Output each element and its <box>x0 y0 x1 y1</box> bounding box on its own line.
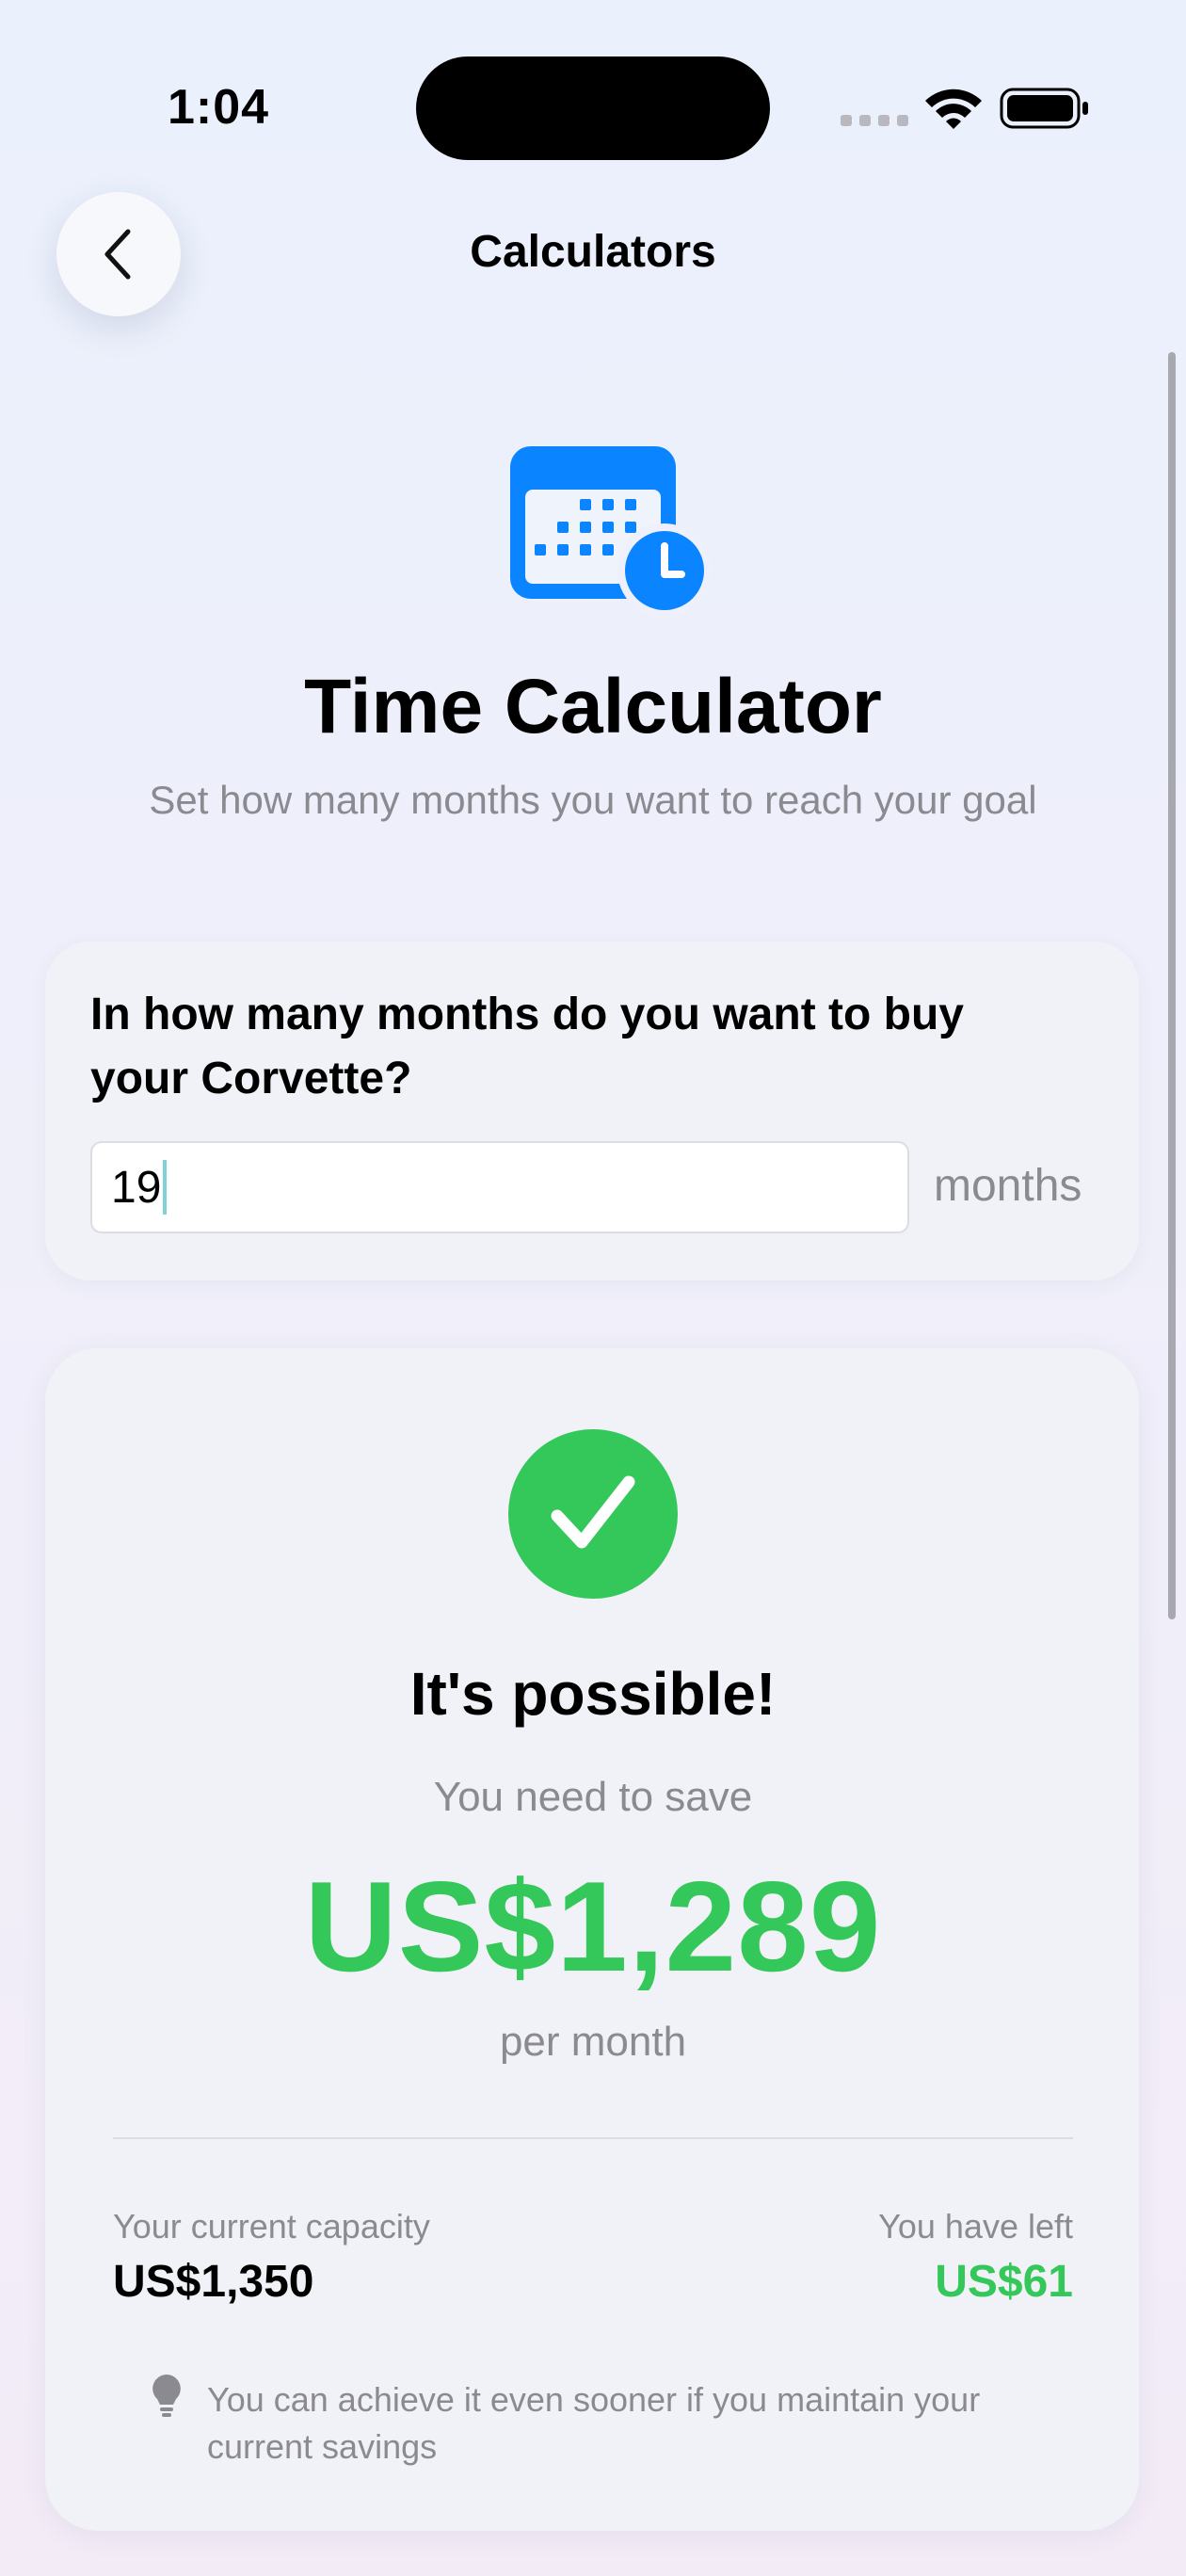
lightbulb-icon <box>152 2375 181 2417</box>
checkmark-circle-icon <box>508 1429 678 1599</box>
need-to-save-label: You need to save <box>433 1774 753 1820</box>
period-label: per month <box>499 2019 687 2065</box>
remaining-label: You have left <box>878 2207 1073 2246</box>
dynamic-island <box>416 56 770 160</box>
page-subtitle: Set how many months you want to reach yo… <box>149 778 1037 822</box>
divider <box>113 2137 1073 2139</box>
question-label: In how many months do you want to buy yo… <box>90 990 964 1103</box>
wifi-icon <box>925 89 982 129</box>
battery-icon <box>1000 88 1088 129</box>
remaining-value: US$61 <box>935 2257 1073 2307</box>
current-capacity-label: Your current capacity <box>113 2207 430 2246</box>
nav-title: Calculators <box>470 227 716 277</box>
scrollbar[interactable] <box>1168 352 1176 1619</box>
cellular-signal-icon <box>841 115 908 126</box>
months-unit-label: months <box>934 1161 1082 1211</box>
calendar-clock-icon <box>510 446 712 618</box>
months-input-value: 19 <box>111 1162 162 1213</box>
page-title: Time Calculator <box>304 664 882 749</box>
monthly-amount: US$1,289 <box>304 1855 882 1998</box>
text-cursor <box>163 1160 168 1215</box>
tip-text: You can achieve it even sooner if you ma… <box>207 2380 981 2466</box>
status-time: 1:04 <box>168 80 270 135</box>
current-capacity-value: US$1,350 <box>113 2257 314 2307</box>
months-input[interactable]: 19 <box>90 1141 909 1233</box>
result-title: It's possible! <box>409 1660 777 1728</box>
